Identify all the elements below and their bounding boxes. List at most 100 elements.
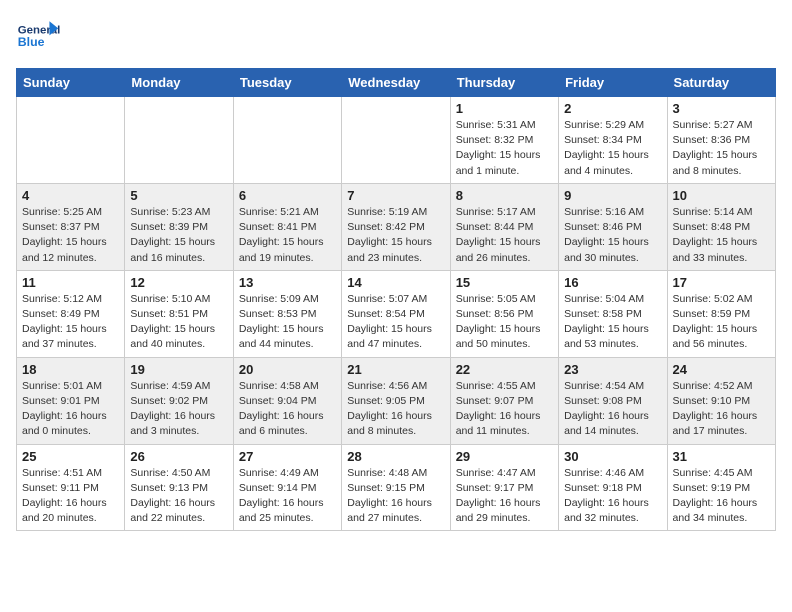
day-number: 15 [456,275,553,290]
calendar-cell: 25 Sunrise: 4:51 AMSunset: 9:11 PMDaylig… [17,444,125,531]
day-number: 14 [347,275,444,290]
day-info: Sunrise: 4:52 AMSunset: 9:10 PMDaylight:… [673,379,770,440]
calendar-cell: 12 Sunrise: 5:10 AMSunset: 8:51 PMDaylig… [125,270,233,357]
col-header-friday: Friday [559,69,667,97]
day-number: 26 [130,449,227,464]
calendar-cell: 10 Sunrise: 5:14 AMSunset: 8:48 PMDaylig… [667,183,775,270]
col-header-sunday: Sunday [17,69,125,97]
calendar-cell: 31 Sunrise: 4:45 AMSunset: 9:19 PMDaylig… [667,444,775,531]
day-info: Sunrise: 5:12 AMSunset: 8:49 PMDaylight:… [22,292,119,353]
day-info: Sunrise: 5:19 AMSunset: 8:42 PMDaylight:… [347,205,444,266]
calendar-cell: 18 Sunrise: 5:01 AMSunset: 9:01 PMDaylig… [17,357,125,444]
calendar-cell: 5 Sunrise: 5:23 AMSunset: 8:39 PMDayligh… [125,183,233,270]
day-number: 10 [673,188,770,203]
calendar-cell: 23 Sunrise: 4:54 AMSunset: 9:08 PMDaylig… [559,357,667,444]
col-header-saturday: Saturday [667,69,775,97]
day-info: Sunrise: 4:55 AMSunset: 9:07 PMDaylight:… [456,379,553,440]
col-header-tuesday: Tuesday [233,69,341,97]
day-info: Sunrise: 5:29 AMSunset: 8:34 PMDaylight:… [564,118,661,179]
day-number: 12 [130,275,227,290]
day-number: 28 [347,449,444,464]
col-header-monday: Monday [125,69,233,97]
day-info: Sunrise: 5:21 AMSunset: 8:41 PMDaylight:… [239,205,336,266]
calendar-cell: 22 Sunrise: 4:55 AMSunset: 9:07 PMDaylig… [450,357,558,444]
day-number: 2 [564,101,661,116]
calendar-cell [342,97,450,184]
day-info: Sunrise: 5:02 AMSunset: 8:59 PMDaylight:… [673,292,770,353]
day-info: Sunrise: 4:50 AMSunset: 9:13 PMDaylight:… [130,466,227,527]
day-info: Sunrise: 5:07 AMSunset: 8:54 PMDaylight:… [347,292,444,353]
day-info: Sunrise: 5:10 AMSunset: 8:51 PMDaylight:… [130,292,227,353]
calendar-cell: 4 Sunrise: 5:25 AMSunset: 8:37 PMDayligh… [17,183,125,270]
calendar-week-4: 18 Sunrise: 5:01 AMSunset: 9:01 PMDaylig… [17,357,776,444]
day-info: Sunrise: 5:09 AMSunset: 8:53 PMDaylight:… [239,292,336,353]
day-info: Sunrise: 4:48 AMSunset: 9:15 PMDaylight:… [347,466,444,527]
col-header-thursday: Thursday [450,69,558,97]
day-number: 22 [456,362,553,377]
day-number: 19 [130,362,227,377]
day-number: 5 [130,188,227,203]
page-header: General Blue [16,16,776,60]
calendar-week-1: 1 Sunrise: 5:31 AMSunset: 8:32 PMDayligh… [17,97,776,184]
day-info: Sunrise: 4:45 AMSunset: 9:19 PMDaylight:… [673,466,770,527]
day-info: Sunrise: 5:05 AMSunset: 8:56 PMDaylight:… [456,292,553,353]
calendar-cell: 7 Sunrise: 5:19 AMSunset: 8:42 PMDayligh… [342,183,450,270]
calendar-cell: 13 Sunrise: 5:09 AMSunset: 8:53 PMDaylig… [233,270,341,357]
day-number: 3 [673,101,770,116]
day-info: Sunrise: 5:17 AMSunset: 8:44 PMDaylight:… [456,205,553,266]
calendar-cell: 15 Sunrise: 5:05 AMSunset: 8:56 PMDaylig… [450,270,558,357]
calendar-cell: 28 Sunrise: 4:48 AMSunset: 9:15 PMDaylig… [342,444,450,531]
day-number: 6 [239,188,336,203]
day-number: 7 [347,188,444,203]
calendar-cell: 19 Sunrise: 4:59 AMSunset: 9:02 PMDaylig… [125,357,233,444]
calendar-week-5: 25 Sunrise: 4:51 AMSunset: 9:11 PMDaylig… [17,444,776,531]
calendar-cell: 8 Sunrise: 5:17 AMSunset: 8:44 PMDayligh… [450,183,558,270]
col-header-wednesday: Wednesday [342,69,450,97]
day-info: Sunrise: 5:31 AMSunset: 8:32 PMDaylight:… [456,118,553,179]
calendar-cell [233,97,341,184]
day-info: Sunrise: 5:04 AMSunset: 8:58 PMDaylight:… [564,292,661,353]
day-info: Sunrise: 5:01 AMSunset: 9:01 PMDaylight:… [22,379,119,440]
calendar-cell: 11 Sunrise: 5:12 AMSunset: 8:49 PMDaylig… [17,270,125,357]
day-info: Sunrise: 4:49 AMSunset: 9:14 PMDaylight:… [239,466,336,527]
day-info: Sunrise: 5:25 AMSunset: 8:37 PMDaylight:… [22,205,119,266]
day-info: Sunrise: 4:54 AMSunset: 9:08 PMDaylight:… [564,379,661,440]
day-number: 27 [239,449,336,464]
day-number: 17 [673,275,770,290]
calendar-cell: 6 Sunrise: 5:21 AMSunset: 8:41 PMDayligh… [233,183,341,270]
calendar-cell: 24 Sunrise: 4:52 AMSunset: 9:10 PMDaylig… [667,357,775,444]
day-info: Sunrise: 5:23 AMSunset: 8:39 PMDaylight:… [130,205,227,266]
calendar-cell: 3 Sunrise: 5:27 AMSunset: 8:36 PMDayligh… [667,97,775,184]
logo: General Blue [16,16,60,60]
calendar-cell: 30 Sunrise: 4:46 AMSunset: 9:18 PMDaylig… [559,444,667,531]
calendar-cell: 17 Sunrise: 5:02 AMSunset: 8:59 PMDaylig… [667,270,775,357]
calendar-cell: 9 Sunrise: 5:16 AMSunset: 8:46 PMDayligh… [559,183,667,270]
day-number: 9 [564,188,661,203]
day-number: 20 [239,362,336,377]
day-number: 21 [347,362,444,377]
day-number: 31 [673,449,770,464]
day-number: 23 [564,362,661,377]
calendar-cell: 20 Sunrise: 4:58 AMSunset: 9:04 PMDaylig… [233,357,341,444]
day-number: 13 [239,275,336,290]
calendar-cell: 14 Sunrise: 5:07 AMSunset: 8:54 PMDaylig… [342,270,450,357]
calendar-cell: 2 Sunrise: 5:29 AMSunset: 8:34 PMDayligh… [559,97,667,184]
calendar-cell: 21 Sunrise: 4:56 AMSunset: 9:05 PMDaylig… [342,357,450,444]
day-info: Sunrise: 4:51 AMSunset: 9:11 PMDaylight:… [22,466,119,527]
day-info: Sunrise: 4:46 AMSunset: 9:18 PMDaylight:… [564,466,661,527]
day-number: 8 [456,188,553,203]
calendar-week-2: 4 Sunrise: 5:25 AMSunset: 8:37 PMDayligh… [17,183,776,270]
day-number: 30 [564,449,661,464]
day-number: 4 [22,188,119,203]
svg-text:Blue: Blue [18,35,45,49]
day-number: 18 [22,362,119,377]
day-info: Sunrise: 5:16 AMSunset: 8:46 PMDaylight:… [564,205,661,266]
calendar-cell: 1 Sunrise: 5:31 AMSunset: 8:32 PMDayligh… [450,97,558,184]
day-info: Sunrise: 4:59 AMSunset: 9:02 PMDaylight:… [130,379,227,440]
day-info: Sunrise: 4:56 AMSunset: 9:05 PMDaylight:… [347,379,444,440]
day-number: 1 [456,101,553,116]
calendar-cell: 27 Sunrise: 4:49 AMSunset: 9:14 PMDaylig… [233,444,341,531]
calendar-week-3: 11 Sunrise: 5:12 AMSunset: 8:49 PMDaylig… [17,270,776,357]
calendar-cell [17,97,125,184]
calendar-cell [125,97,233,184]
